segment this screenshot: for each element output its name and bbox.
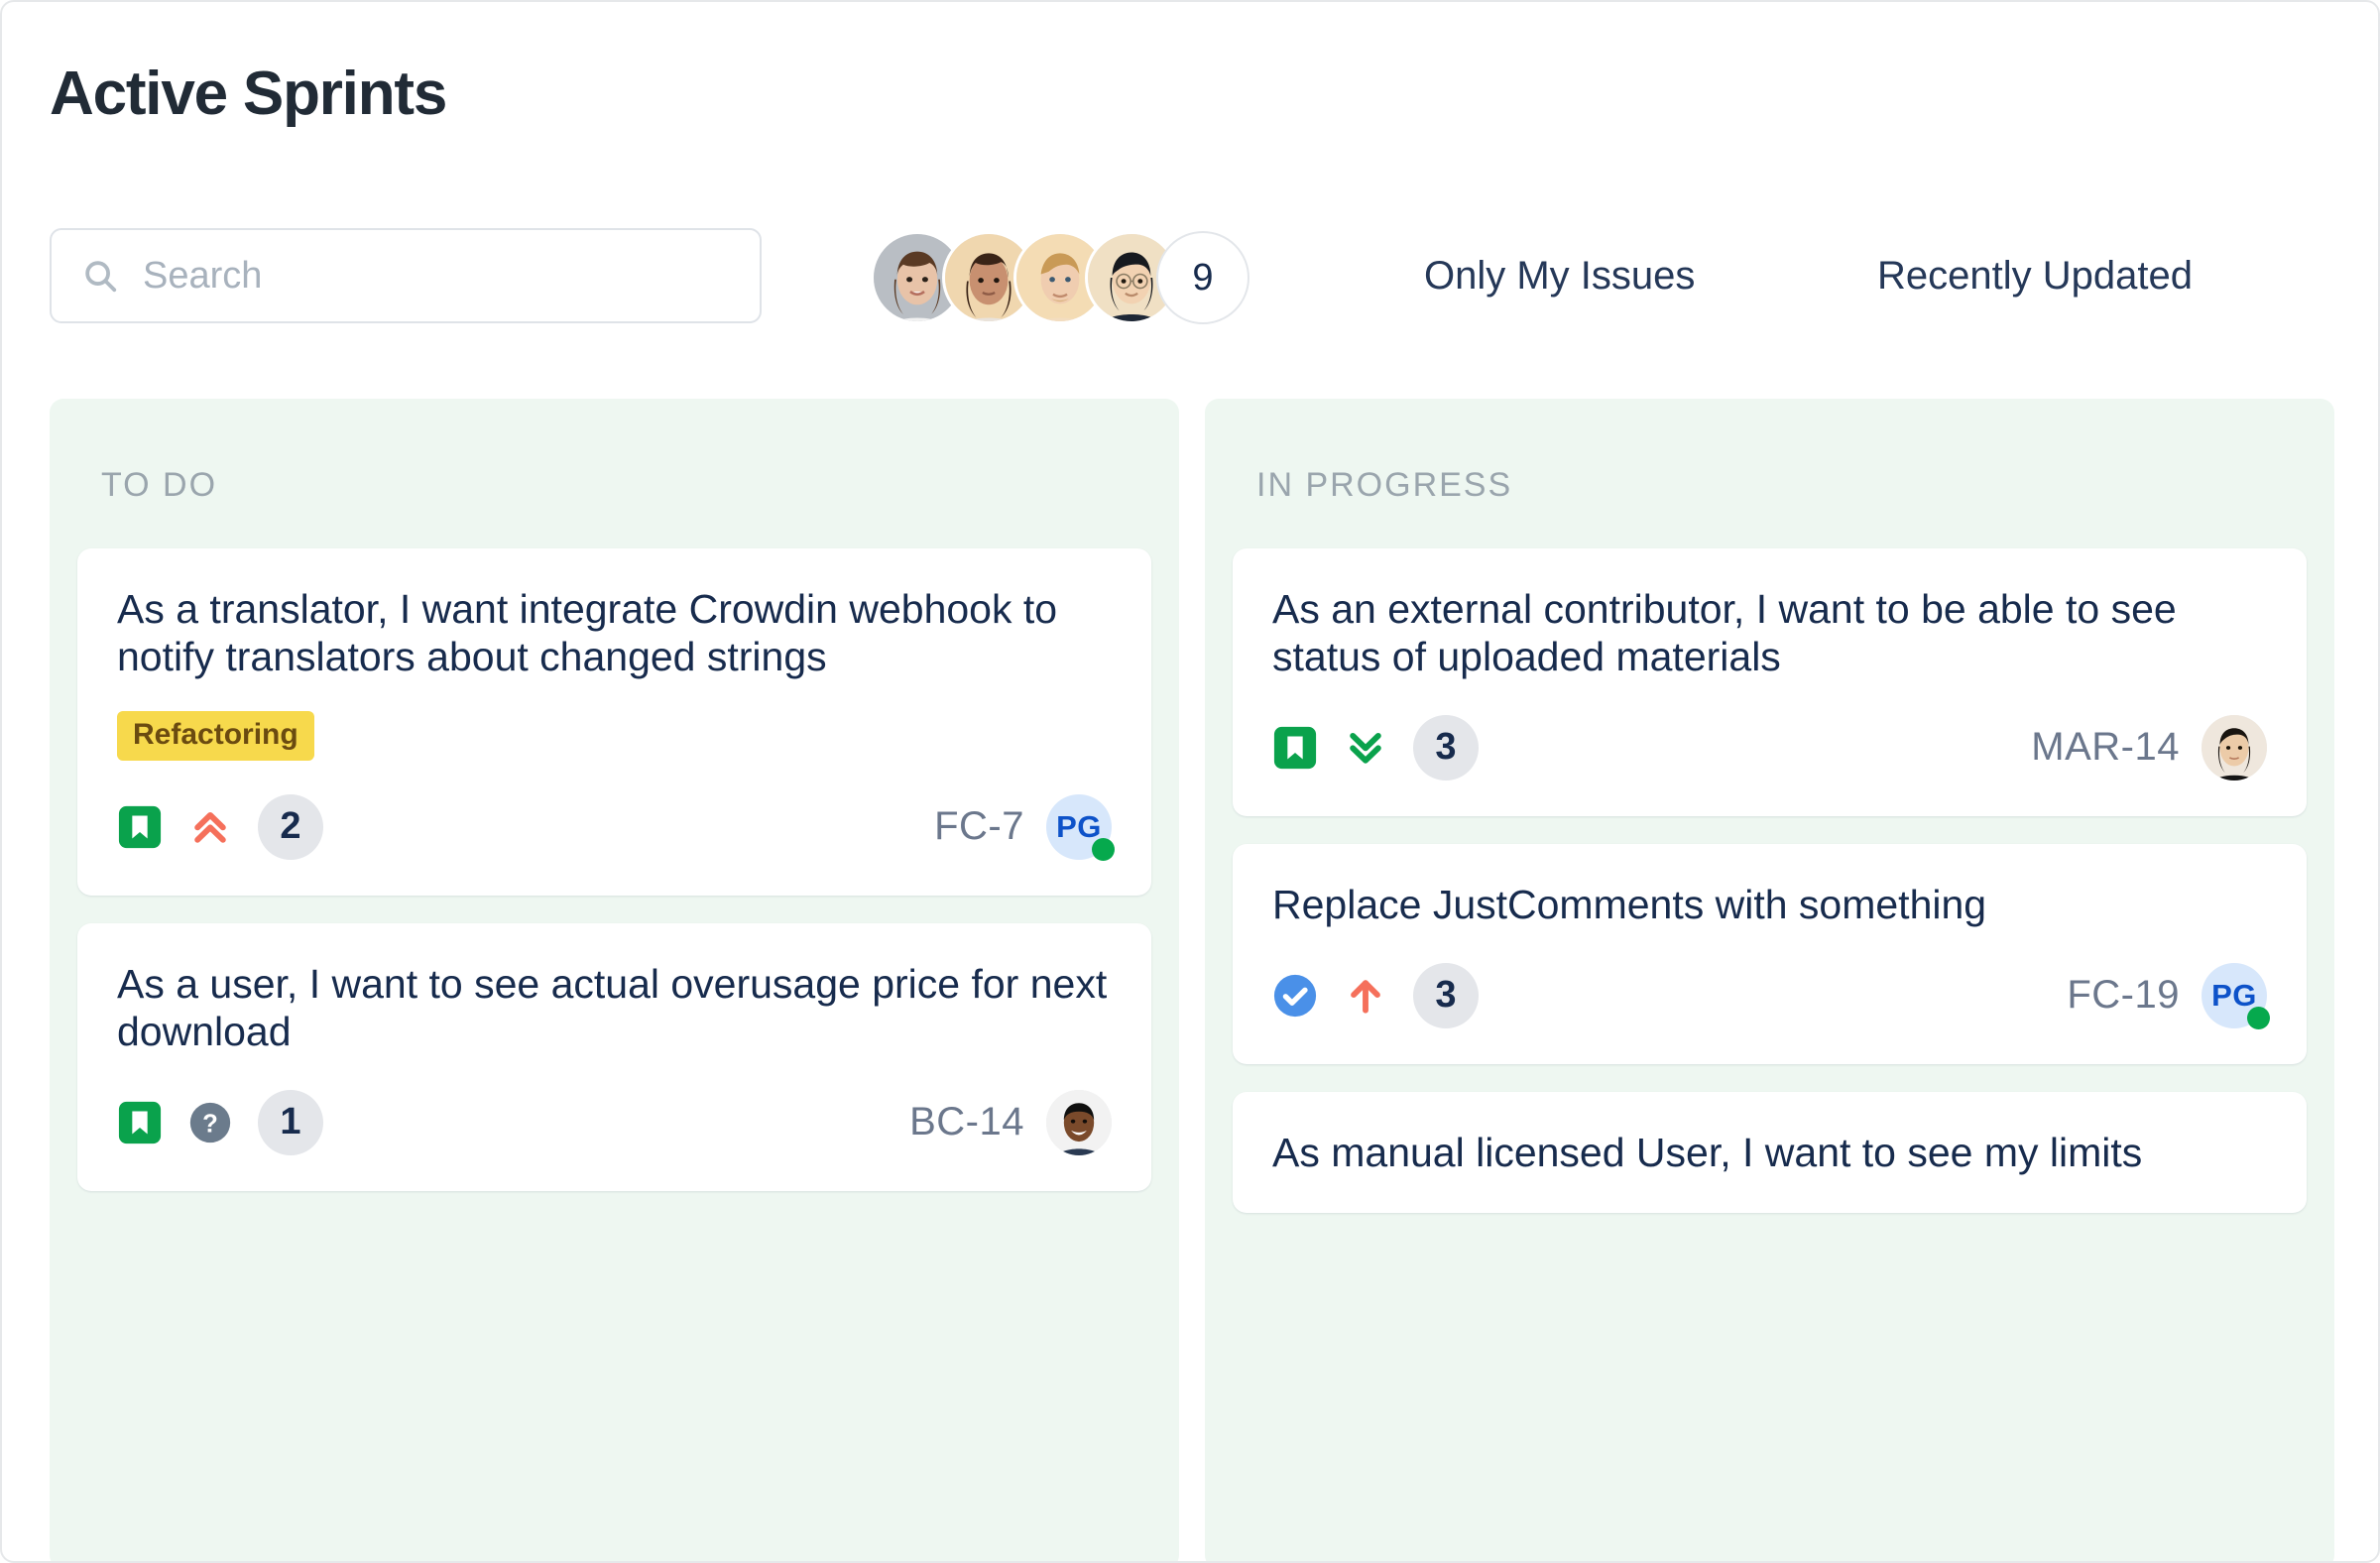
card-title: As manual licensed User, I want to see m… <box>1272 1129 2143 1175</box>
search-icon <box>81 257 119 295</box>
column-in-progress: IN PROGRESS As an external contributor, … <box>1205 399 2334 1561</box>
card-footer: 2 FC-7 PG <box>117 793 1115 861</box>
card-count-badge: 2 <box>258 793 323 860</box>
svg-text:?: ? <box>202 1110 218 1138</box>
story-bookmark-icon <box>117 804 163 850</box>
task-check-icon <box>1272 973 1318 1019</box>
board-card[interactable]: As a translator, I want integrate Crowdi… <box>77 548 1151 896</box>
priority-high-icon <box>1344 973 1387 1019</box>
assignee-photo <box>1046 1089 1112 1155</box>
page-title: Active Sprints <box>50 60 447 128</box>
presence-dot <box>2247 1006 2270 1029</box>
board-card[interactable]: As a user, I want to see actual overusag… <box>77 922 1151 1191</box>
card-title: As an external contributor, I want to be… <box>1272 586 2177 679</box>
priority-unknown-icon: ? <box>188 1100 232 1145</box>
card-footer: 3 FC-19 PG <box>1272 962 2270 1029</box>
avatar-overflow-count[interactable]: 9 <box>1156 231 1250 324</box>
issue-key: BC-14 <box>909 1100 1024 1144</box>
column-title: IN PROGRESS <box>1256 466 1513 504</box>
avatar[interactable] <box>2202 714 2267 781</box>
issue-key: FC-19 <box>2067 973 2180 1018</box>
presence-dot <box>1092 837 1115 861</box>
avatar[interactable]: PG <box>1046 793 1115 861</box>
priority-lowest-icon <box>1344 725 1387 771</box>
board-toolbar: 9 Only My Issues Recently Updated <box>50 228 2330 325</box>
issue-key: FC-7 <box>934 804 1024 849</box>
column-card-list: As a translator, I want integrate Crowdi… <box>77 548 1151 1191</box>
card-tag: Refactoring <box>117 710 314 761</box>
card-count-badge: 3 <box>1413 962 1479 1028</box>
card-footer: 3 MAR-14 <box>1272 714 2267 781</box>
filter-only-my-issues[interactable]: Only My Issues <box>1424 228 1695 323</box>
story-bookmark-icon <box>117 1100 163 1145</box>
avatar[interactable] <box>1046 1089 1112 1155</box>
board-card[interactable]: As an external contributor, I want to be… <box>1233 548 2307 816</box>
card-title: Replace JustComments with something <box>1272 881 1987 927</box>
column-title: TO DO <box>101 466 218 504</box>
card-count-badge: 1 <box>258 1089 323 1155</box>
board-card[interactable]: As manual licensed User, I want to see m… <box>1233 1091 2307 1213</box>
avatar[interactable]: PG <box>2202 962 2270 1029</box>
card-title: As a translator, I want integrate Crowdi… <box>117 586 1058 679</box>
board-card[interactable]: Replace JustComments with something 3 FC… <box>1233 843 2307 1064</box>
column-todo: TO DO As a translator, I want integrate … <box>50 399 1179 1561</box>
issue-key: MAR-14 <box>2031 725 2180 770</box>
search-box[interactable] <box>50 228 762 323</box>
card-count-badge: 3 <box>1413 714 1479 781</box>
avatar-group[interactable]: 9 <box>871 230 1250 325</box>
priority-highest-icon <box>188 804 232 850</box>
assignee-photo <box>2202 714 2267 781</box>
filter-recently-updated[interactable]: Recently Updated <box>1877 228 2193 323</box>
story-bookmark-icon <box>1272 725 1318 771</box>
board-columns: TO DO As a translator, I want integrate … <box>50 399 2334 1561</box>
active-sprints-board: Active Sprints Search 9 Only My Issues R… <box>0 0 2380 1563</box>
card-footer: ? 1 BC-14 <box>117 1089 1112 1155</box>
card-title: As a user, I want to see actual overusag… <box>117 960 1108 1054</box>
column-card-list: As an external contributor, I want to be… <box>1233 548 2307 1213</box>
search-input[interactable] <box>143 254 698 298</box>
